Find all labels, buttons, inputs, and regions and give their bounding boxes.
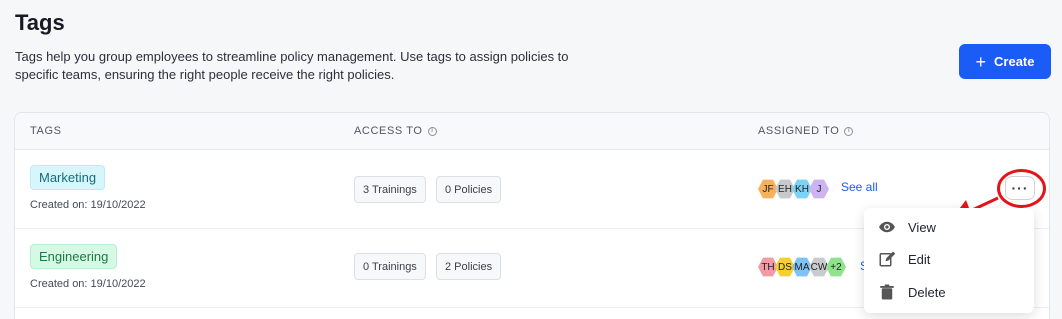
menu-item-label: Delete xyxy=(908,284,946,300)
menu-item-edit[interactable]: Edit xyxy=(878,247,930,271)
menu-item-label: Edit xyxy=(908,251,931,267)
create-button[interactable]: + Create xyxy=(959,44,1051,79)
avatar-group[interactable]: TH DS MA CW +2 xyxy=(758,257,846,277)
trash-icon xyxy=(880,284,894,300)
tag-badge[interactable]: Engineering xyxy=(30,244,118,269)
plus-icon: + xyxy=(975,51,987,72)
column-label: TAGS xyxy=(30,125,62,137)
create-button-label: Create xyxy=(994,54,1035,69)
policies-count[interactable]: 0 Policies xyxy=(436,176,502,203)
created-date: Created on: 19/10/2022 xyxy=(30,199,146,211)
more-actions-button[interactable]: ··· xyxy=(1005,176,1035,200)
avatar-overflow-count: +2 xyxy=(826,257,846,277)
created-date: Created on: 19/10/2022 xyxy=(30,278,146,290)
row-actions-menu: View Edit Delete xyxy=(864,208,1034,313)
edit-icon xyxy=(879,251,896,267)
menu-item-view[interactable]: View xyxy=(878,215,936,239)
trainings-count[interactable]: 3 Trainings xyxy=(354,176,426,203)
column-header-tags: TAGS xyxy=(30,125,62,137)
info-icon[interactable]: i xyxy=(427,126,437,136)
avatar-group[interactable]: JF EH KH J xyxy=(758,179,829,199)
menu-item-delete[interactable]: Delete xyxy=(878,280,946,304)
page-description: Tags help you group employees to streaml… xyxy=(15,49,569,82)
info-icon[interactable]: i xyxy=(844,126,854,136)
page-title: Tags xyxy=(15,10,65,35)
table-header: TAGS ACCESS TO i ASSIGNED TO i xyxy=(15,113,1049,150)
column-label: ASSIGNED TO xyxy=(758,125,840,137)
trainings-count[interactable]: 0 Trainings xyxy=(354,253,426,280)
column-header-assigned: ASSIGNED TO i xyxy=(758,125,854,137)
menu-item-label: View xyxy=(908,219,936,235)
see-all-link[interactable]: See all xyxy=(841,180,878,194)
policies-count[interactable]: 2 Policies xyxy=(436,253,502,280)
avatar: J xyxy=(809,179,829,199)
column-header-access: ACCESS TO i xyxy=(354,125,437,137)
eye-icon xyxy=(879,221,895,233)
tag-badge[interactable]: Marketing xyxy=(30,165,106,190)
column-label: ACCESS TO xyxy=(354,125,423,137)
